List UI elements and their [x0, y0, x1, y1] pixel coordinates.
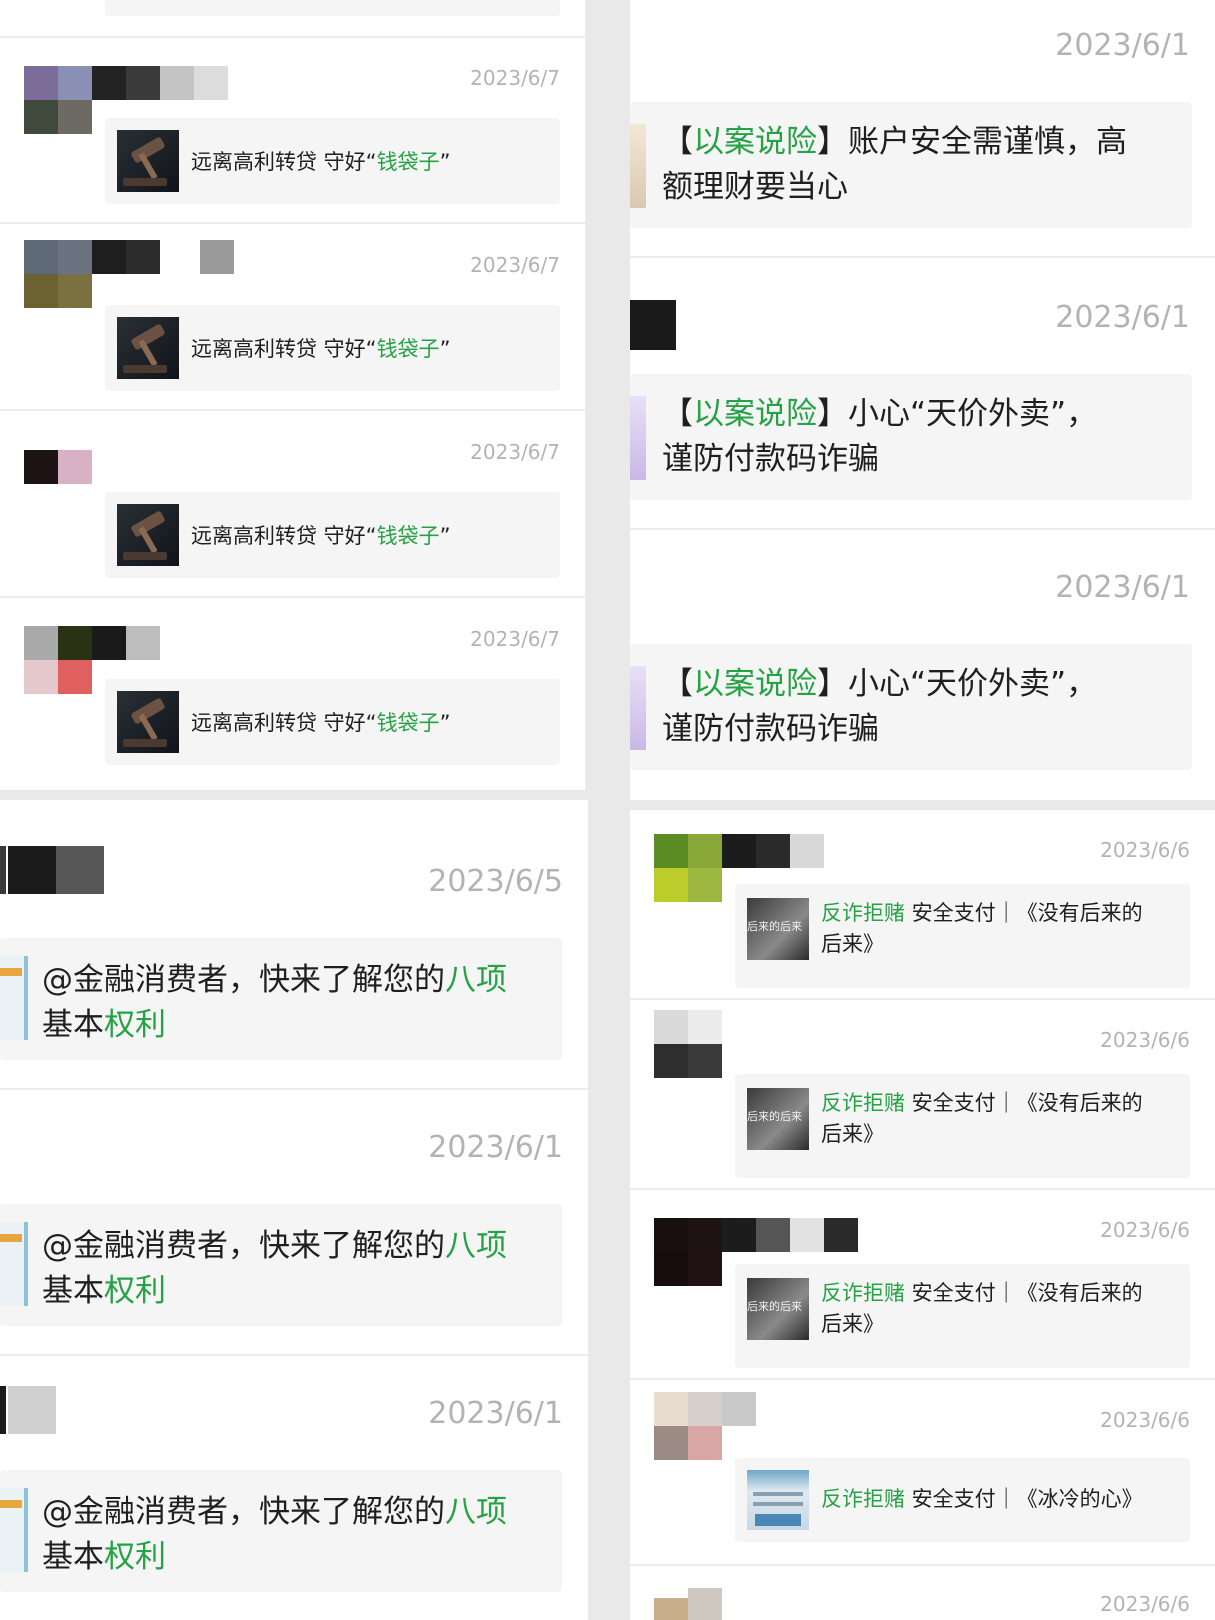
avatar [24, 240, 234, 310]
article-thumbnail [630, 124, 646, 208]
article-card[interactable]: 【以案说险】账户安全需谨慎，高 额理财要当心 [630, 102, 1192, 228]
date-label: 2023/6/7 [470, 440, 560, 464]
article-title: 远离高利转贷 守好“钱袋子” [191, 337, 451, 361]
article-card[interactable]: 后来的后来 反诈拒赌 安全支付｜《没有后来的 后来》 [735, 1074, 1190, 1178]
date-label: 2023/6/7 [470, 253, 560, 277]
date-label: 2023/6/6 [1100, 1592, 1190, 1616]
gavel-thumbnail [117, 691, 179, 753]
article-thumbnail: 后来的后来 [747, 1088, 809, 1150]
gavel-thumbnail [117, 504, 179, 566]
article-title: 远离高利转贷 守好“钱袋子” [191, 524, 451, 548]
article-thumbnail [630, 666, 646, 750]
article-card[interactable]: 【以案说险】小心“天价外卖”， 谨防付款码诈骗 [630, 644, 1192, 770]
article-card[interactable]: 远离高利转贷 守好“钱袋子” [105, 679, 560, 765]
article-card[interactable]: @金融消费者，快来了解您的八项 基本权利 [0, 1204, 562, 1326]
date-label: 2023/6/7 [470, 66, 560, 90]
avatar [0, 1386, 56, 1434]
gavel-thumbnail [117, 130, 179, 192]
avatar [654, 1392, 758, 1462]
panel-bottom-left: 2023/6/5 @金融消费者，快来了解您的八项 基本权利 2023/6/1 @… [0, 800, 588, 1620]
article-card[interactable]: 远离高利转贷 守好“钱袋子” [105, 305, 560, 391]
divider [630, 1188, 1215, 1190]
article-title: @金融消费者，快来了解您的八项 基本权利 [42, 1228, 507, 1309]
divider [630, 528, 1215, 530]
divider [630, 256, 1215, 258]
divider [0, 222, 585, 224]
article-thumbnail [630, 396, 646, 480]
article-card[interactable]: 后来的后来 反诈拒赌 安全支付｜《没有后来的 后来》 [735, 884, 1190, 988]
gavel-thumbnail [117, 317, 179, 379]
article-card[interactable]: @金融消费者，快来了解您的八项 基本权利 [0, 938, 562, 1060]
date-label: 2023/6/6 [1100, 1028, 1190, 1052]
article-card[interactable]: 后来的后来 反诈拒赌 安全支付｜《没有后来的 后来》 [735, 1264, 1190, 1368]
avatar [0, 846, 104, 894]
avatar [630, 300, 676, 350]
article-card[interactable]: 远离高利转贷 守好“钱袋子” [105, 492, 560, 578]
date-label: 2023/6/1 [428, 1396, 563, 1431]
article-thumbnail [0, 956, 28, 1040]
date-label: 2023/6/1 [1055, 28, 1190, 63]
article-title: 【以案说险】账户安全需谨慎，高 额理财要当心 [662, 124, 1127, 205]
avatar [654, 1588, 724, 1620]
article-title: 远离高利转贷 守好“钱袋子” [191, 711, 451, 735]
article-card[interactable]: 远离高利转贷 守好“钱袋子” [105, 118, 560, 204]
divider [630, 1564, 1215, 1566]
article-title: @金融消费者，快来了解您的八项 基本权利 [42, 962, 507, 1043]
article-title: 【以案说险】小心“天价外卖”， 谨防付款码诈骗 [662, 666, 1098, 747]
panel-bottom-right: 2023/6/6 后来的后来 反诈拒赌 安全支付｜《没有后来的 后来》 2023… [630, 810, 1215, 1620]
avatar [654, 1010, 724, 1080]
date-label: 2023/6/6 [1100, 838, 1190, 862]
article-card[interactable]: @金融消费者，快来了解您的八项 基本权利 [0, 1470, 562, 1592]
divider [0, 409, 585, 411]
divider [0, 1088, 588, 1090]
avatar [24, 450, 94, 486]
article-thumbnail [0, 1222, 28, 1306]
divider [0, 36, 585, 38]
date-label: 2023/6/6 [1100, 1218, 1190, 1242]
date-label: 2023/6/1 [1055, 300, 1190, 335]
article-thumbnail: 后来的后来 [747, 1278, 809, 1340]
article-title: 远离高利转贷 守好“钱袋子” [191, 150, 451, 174]
partial-card [105, 0, 560, 16]
divider [0, 1354, 588, 1356]
article-title: 反诈拒赌 安全支付｜《没有后来的 后来》 [821, 1091, 1143, 1146]
date-label: 2023/6/6 [1100, 1408, 1190, 1432]
article-card[interactable]: 反诈拒赌 安全支付｜《冰冷的心》 [735, 1458, 1190, 1542]
article-thumbnail [0, 1488, 28, 1572]
divider [630, 1378, 1215, 1380]
date-label: 2023/6/5 [428, 864, 563, 899]
date-label: 2023/6/1 [1055, 570, 1190, 605]
article-card[interactable]: 【以案说险】小心“天价外卖”， 谨防付款码诈骗 [630, 374, 1192, 500]
article-thumbnail [747, 1470, 809, 1530]
article-title: 反诈拒赌 安全支付｜《冰冷的心》 [821, 1487, 1143, 1511]
divider [0, 596, 585, 598]
date-label: 2023/6/7 [470, 627, 560, 651]
article-title: 反诈拒赌 安全支付｜《没有后来的 后来》 [821, 901, 1143, 956]
article-title: 【以案说险】小心“天价外卖”， 谨防付款码诈骗 [662, 396, 1098, 477]
divider [630, 998, 1215, 1000]
panel-top-right: 2023/6/1 【以案说险】账户安全需谨慎，高 额理财要当心 2023/6/1… [630, 0, 1215, 800]
date-label: 2023/6/1 [428, 1130, 563, 1165]
article-title: 反诈拒赌 安全支付｜《没有后来的 后来》 [821, 1281, 1143, 1336]
article-thumbnail: 后来的后来 [747, 898, 809, 960]
panel-top-left: 2023/6/7 远离高利转贷 守好“钱袋子” 2023/6/7 远离高利转贷 … [0, 0, 585, 790]
article-title: @金融消费者，快来了解您的八项 基本权利 [42, 1494, 507, 1575]
